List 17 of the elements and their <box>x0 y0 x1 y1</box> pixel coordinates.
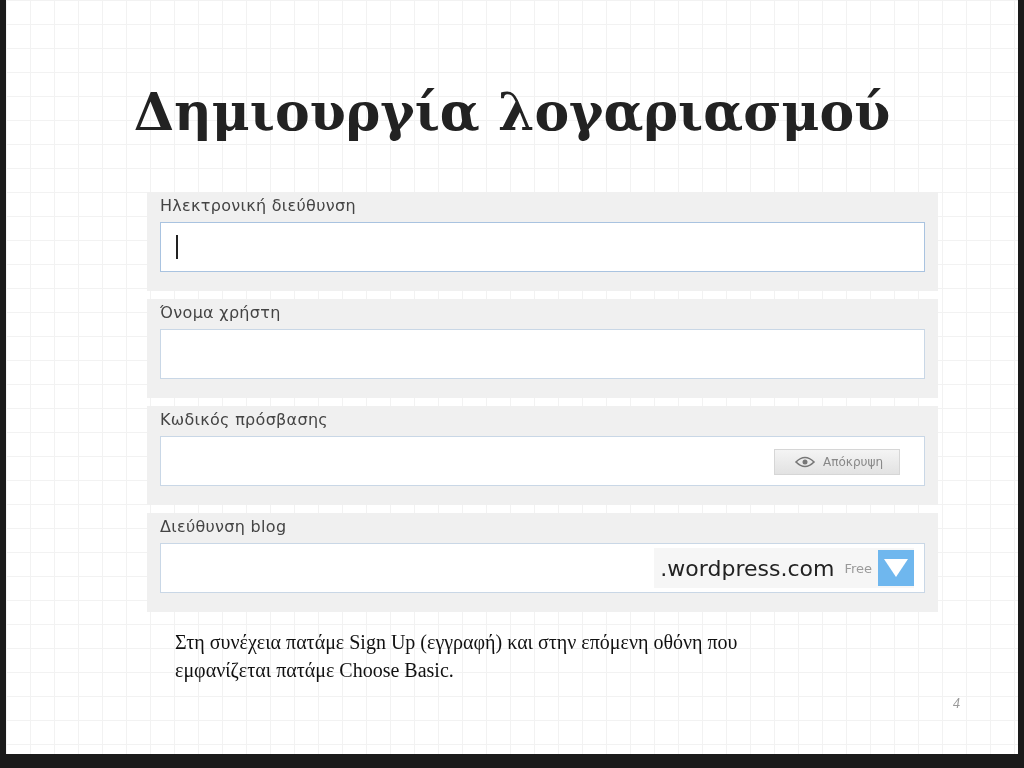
input-field[interactable]: .wordpress.com Free <box>160 543 925 593</box>
dropdown-button[interactable] <box>878 550 914 586</box>
slide-number: 4 <box>953 696 960 712</box>
input-field[interactable] <box>160 329 925 379</box>
input-field[interactable]: Απόκρυψη <box>160 436 925 486</box>
hide-password-button[interactable]: Απόκρυψη <box>774 449 900 475</box>
field-label: Ηλεκτρονική διεύθυνση <box>160 196 357 215</box>
field-label: Κωδικός πρόσβασης <box>160 410 330 429</box>
field-label: Διεύθυνση blog <box>160 517 288 536</box>
input-field[interactable] <box>160 222 925 272</box>
slide-title: Δημιουργία λογαριασμού <box>132 80 892 144</box>
caption-text: Στη συνέχεια πατάμε Sign Up (εγγραφή) και στην επόμενη οθόνη που εμφανίζεται πατάμε Choose Basic. <box>175 630 739 684</box>
plan-label: Free <box>844 560 872 576</box>
eye-icon <box>795 456 816 468</box>
triangle-down-icon <box>883 558 909 578</box>
field-label: Όνομα χρήστη <box>160 303 282 322</box>
domain-text: .wordpress.com <box>660 555 835 581</box>
